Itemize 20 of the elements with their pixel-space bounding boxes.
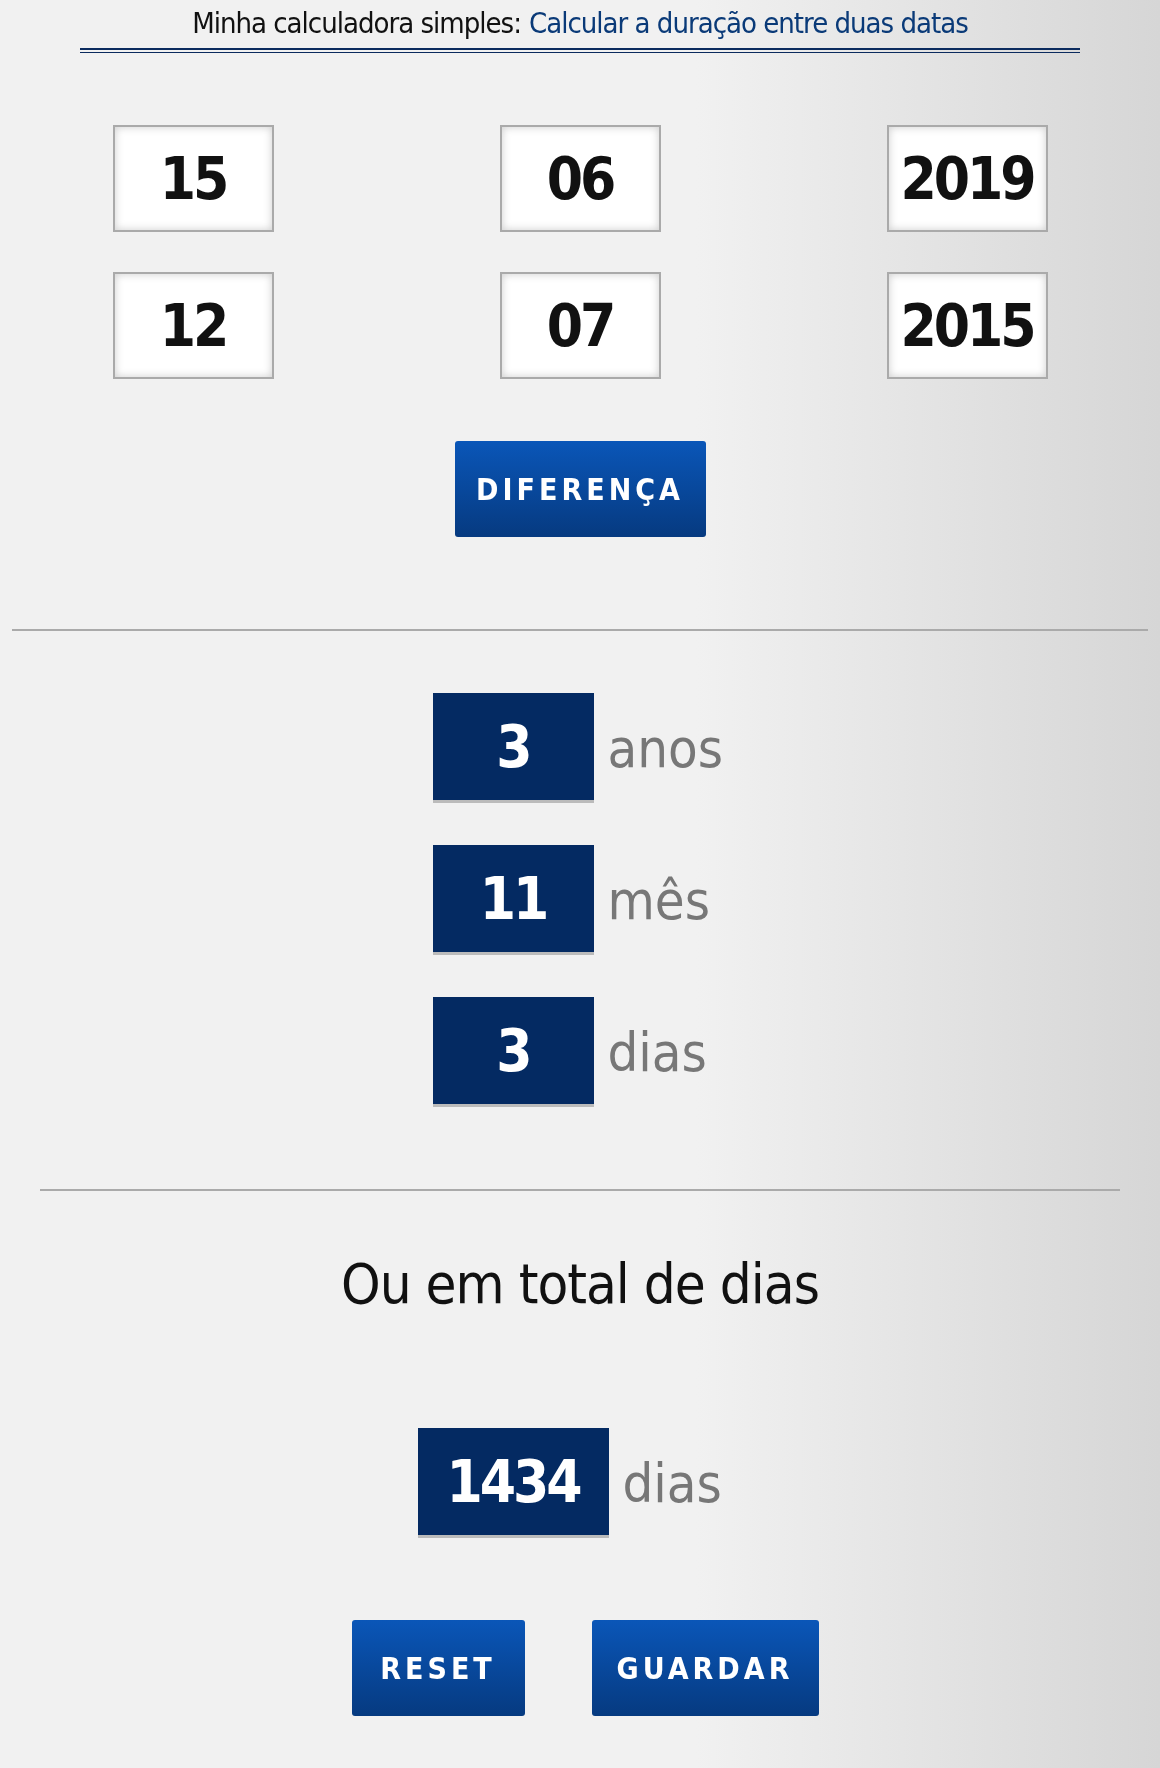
day-field[interactable]: 12 [112,272,274,379]
difference-button[interactable]: DIFERENÇA [454,441,706,537]
total-heading: Ou em total de dias [340,1251,820,1316]
page-title-link[interactable]: Calcular a duração entre duas datas [529,6,968,40]
page-title: Minha calculadora simples: [192,6,521,40]
year-field[interactable]: 2019 [886,125,1048,232]
result-value: 3 [432,693,594,803]
month-field[interactable]: 07 [499,272,661,379]
day-field[interactable]: 15 [112,125,274,232]
reset-button[interactable]: RESET [351,1620,525,1716]
result-value: 3 [432,997,594,1107]
year-field[interactable]: 2015 [886,272,1048,379]
total-value: 1434 [417,1428,609,1538]
result-unit: dias [607,1020,708,1084]
result-unit: anos [607,716,725,780]
result-value: 11 [432,845,594,955]
total-unit: dias [622,1451,723,1515]
month-field[interactable]: 06 [499,125,661,232]
save-button[interactable]: GUARDAR [591,1620,819,1716]
result-unit: mês [607,868,712,932]
